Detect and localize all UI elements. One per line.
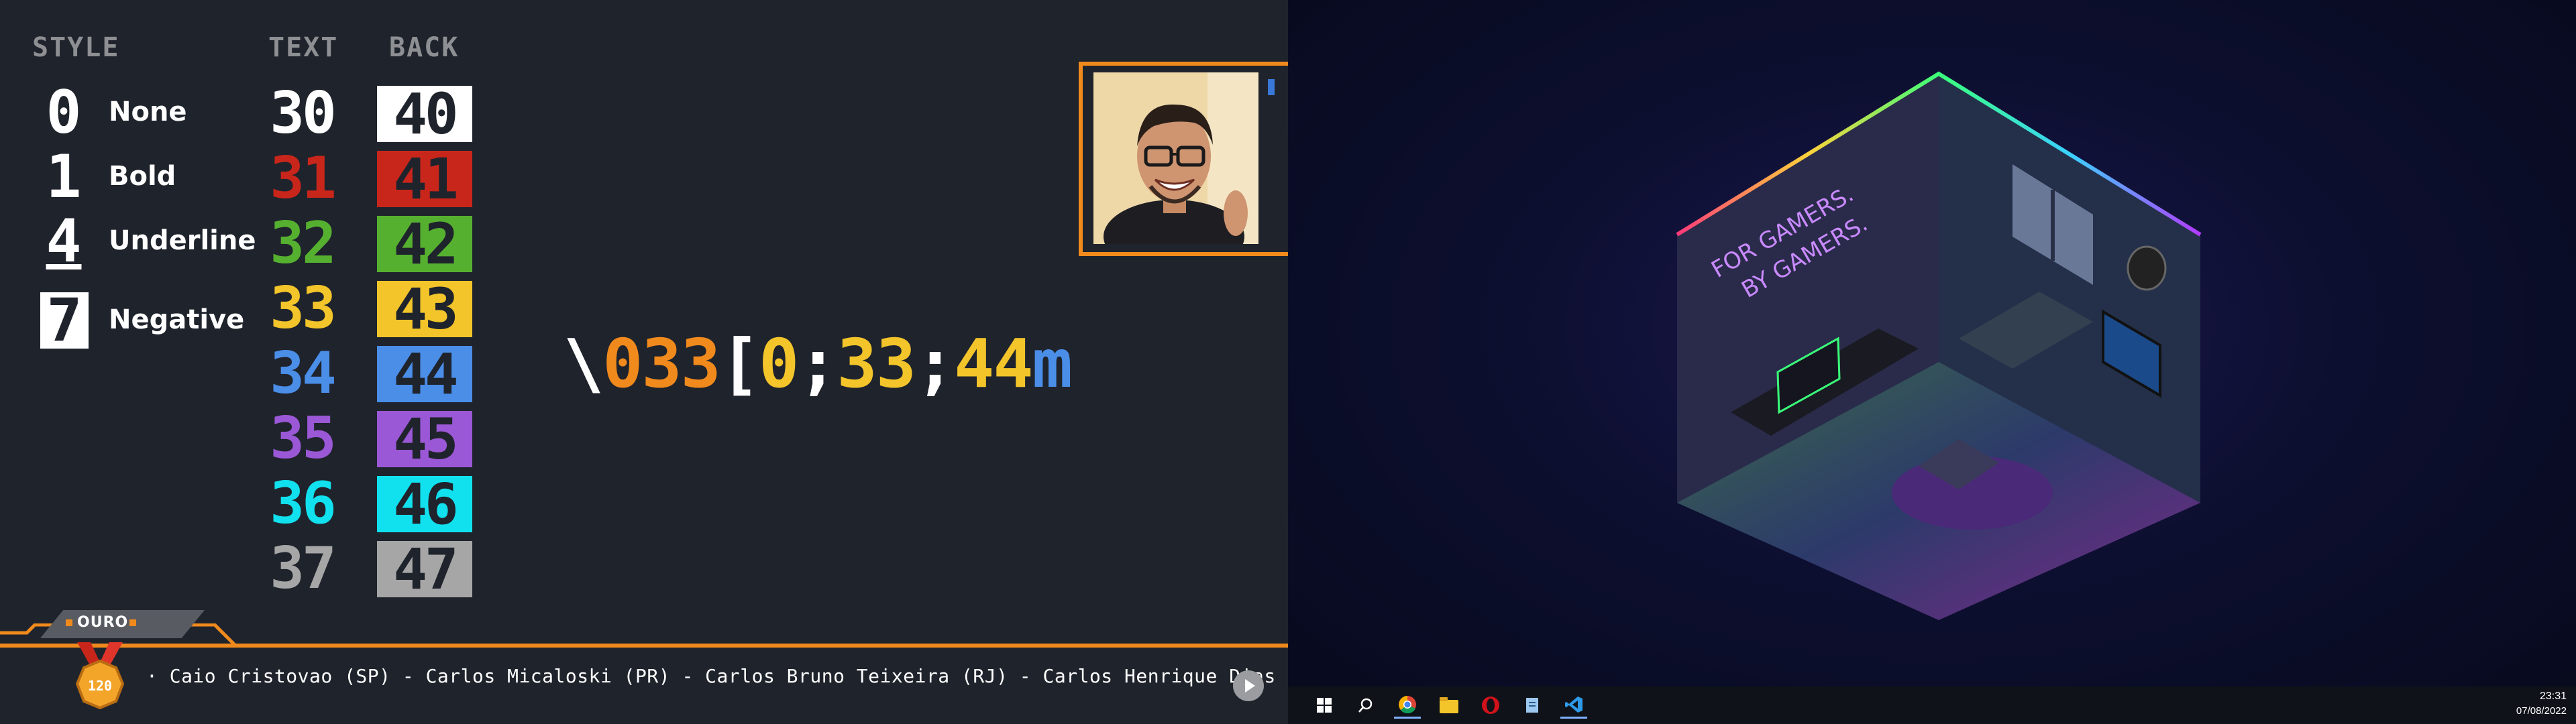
webcam-side-marker xyxy=(1268,79,1275,95)
wallpaper-gamer-room: FOR GAMERS. BY GAMERS. xyxy=(1676,71,2202,620)
escape-sequence: \033[0;33;44m xyxy=(564,324,1073,403)
seq-part: 033 xyxy=(602,324,721,403)
text-code-31: 31 xyxy=(270,145,337,212)
style-code-none: 0 xyxy=(46,78,82,147)
style-code-bold: 1 xyxy=(46,142,82,211)
file-explorer-icon[interactable] xyxy=(1436,692,1462,719)
opera-icon[interactable] xyxy=(1477,692,1504,719)
text-code-36: 36 xyxy=(270,470,337,537)
desktop: FOR GAMERS. BY GAMERS. 23:31 07/08/2022 xyxy=(1288,0,2576,724)
style-label-none: None xyxy=(109,97,187,127)
vscode-icon[interactable] xyxy=(1560,692,1587,719)
chrome-icon[interactable] xyxy=(1394,692,1421,719)
style-code-negative: 7 xyxy=(40,291,89,350)
text-header: TEXT xyxy=(268,32,339,63)
tier-dot-left xyxy=(66,619,72,626)
seq-part: ; xyxy=(914,324,955,403)
style-label-underline: Underline xyxy=(109,225,256,256)
back-code-41: 41 xyxy=(377,151,472,207)
style-label-bold: Bold xyxy=(109,161,176,192)
back-code-40: 40 xyxy=(377,86,472,142)
back-code-43: 43 xyxy=(377,281,472,337)
back-code-45: 45 xyxy=(377,411,472,467)
text-code-33: 33 xyxy=(270,275,337,342)
supporters-ticker: · Caio Cristovao (SP) - Carlos Micaloski… xyxy=(146,665,1288,687)
style-label-negative: Negative xyxy=(109,304,245,335)
seq-part: 0 xyxy=(759,324,799,403)
seq-part: [ xyxy=(719,324,760,403)
text-code-30: 30 xyxy=(270,80,337,147)
stream-overlay: STYLE TEXT BACK 0 None 1 Bold 4 Underlin… xyxy=(0,0,1288,724)
text-code-35: 35 xyxy=(270,405,337,472)
play-button[interactable] xyxy=(1233,670,1264,701)
tier-label: OURO xyxy=(77,614,129,631)
medal-number: 120 xyxy=(88,678,112,694)
seq-part: ; xyxy=(798,324,838,403)
style-header: STYLE xyxy=(32,32,120,63)
clock-date: 07/08/2022 xyxy=(2516,705,2567,717)
text-code-37: 37 xyxy=(270,535,337,602)
seq-part: 33 xyxy=(837,324,916,403)
webcam-feed xyxy=(1093,72,1258,244)
medal-icon: 120 xyxy=(70,642,129,713)
windows-start-icon[interactable] xyxy=(1311,692,1338,719)
notepad-icon[interactable] xyxy=(1519,692,1546,719)
back-header: BACK xyxy=(389,32,460,63)
search-icon[interactable] xyxy=(1352,692,1379,719)
seq-part: \ xyxy=(564,324,604,403)
style-code-underline: 4 xyxy=(46,206,82,276)
play-icon xyxy=(1245,679,1255,692)
back-code-44: 44 xyxy=(377,346,472,402)
text-code-32: 32 xyxy=(270,210,337,277)
seq-part: 44 xyxy=(954,324,1033,403)
back-code-42: 42 xyxy=(377,216,472,272)
system-clock[interactable]: 23:31 07/08/2022 xyxy=(2516,690,2567,717)
back-code-47: 47 xyxy=(377,541,472,597)
tier-dot-right xyxy=(129,619,136,626)
seq-part: m xyxy=(1032,324,1073,403)
back-code-46: 46 xyxy=(377,476,472,532)
text-code-34: 34 xyxy=(270,340,337,407)
clock-time: 23:31 xyxy=(2539,690,2567,702)
